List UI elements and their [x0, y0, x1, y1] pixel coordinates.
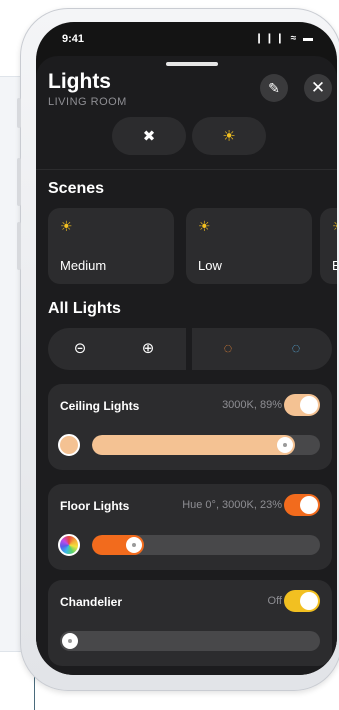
light-card-floor[interactable]: Floor Lights Hue 0°, 3000K, 23%	[48, 484, 332, 570]
light-name: Ceiling Lights	[60, 399, 140, 413]
light-value: Hue 0°, 3000K, 23%	[182, 499, 282, 511]
page-title: Lights	[48, 70, 111, 93]
scene-card-low[interactable]: ☀ Low	[186, 208, 312, 284]
scenes-heading: Scenes	[48, 180, 105, 197]
phone-volume-up	[17, 158, 21, 206]
bulb-off-icon: ✖	[142, 128, 156, 145]
app-stage: ··· 9:41 ❙❙❙ ≈ ▬ Lights LIVING ROOM ✎ ✕ …	[0, 0, 339, 710]
all-off-button[interactable]: ✖	[112, 117, 186, 155]
all-on-button[interactable]: ☀	[192, 117, 266, 155]
brightness-slider[interactable]	[60, 631, 320, 651]
slider-fill	[92, 435, 295, 455]
slider-thumb[interactable]	[277, 437, 293, 453]
edit-button[interactable]: ✎	[260, 74, 288, 102]
scene-label: Medium	[60, 258, 107, 273]
cool-light-icon[interactable]: ◌	[286, 339, 306, 359]
toggle-knob	[300, 496, 318, 514]
light-toggle[interactable]	[284, 494, 320, 516]
brightness-up-icon[interactable]: ⊕	[138, 339, 158, 359]
all-lights-controls: ⊝ ⊕ ◌ ◌	[48, 328, 332, 370]
close-icon: ✕	[310, 78, 326, 97]
status-icons: ❙❙❙ ≈ ▬	[254, 33, 315, 44]
room-label: LIVING ROOM	[48, 96, 127, 108]
scene-card-partial[interactable]: ☀ E	[320, 208, 337, 284]
status-bar: 9:41 ❙❙❙ ≈ ▬	[36, 30, 337, 50]
toggle-knob	[300, 592, 318, 610]
bulb-icon: ☀	[332, 218, 337, 235]
section-divider	[36, 169, 337, 170]
bulb-on-icon: ☀	[222, 128, 236, 145]
sheet-grabber[interactable]	[166, 62, 218, 66]
status-time: 9:41	[62, 33, 85, 45]
scene-card-medium[interactable]: ☀ Medium	[48, 208, 174, 284]
phone-volume-down	[17, 222, 21, 270]
pencil-icon: ✎	[268, 79, 280, 96]
slider-thumb[interactable]	[62, 633, 78, 649]
light-card-chandelier[interactable]: Chandelier Off	[48, 580, 332, 666]
phone-mute-switch	[17, 98, 21, 128]
light-name: Floor Lights	[60, 499, 130, 513]
light-value: 3000K, 89%	[222, 399, 282, 411]
lights-sheet: Lights LIVING ROOM ✎ ✕ ✖ ☀ Scenes ☀ Medi…	[36, 56, 337, 675]
toggle-knob	[300, 396, 318, 414]
light-card-ceiling[interactable]: Ceiling Lights 3000K, 89%	[48, 384, 332, 470]
scene-label: E	[332, 258, 337, 273]
all-lights-heading: All Lights	[48, 300, 121, 317]
color-swatch[interactable]	[58, 534, 80, 556]
controls-separator	[186, 328, 192, 370]
brightness-down-icon[interactable]: ⊝	[70, 339, 90, 359]
bulb-icon: ☀	[198, 218, 211, 234]
light-name: Chandelier	[60, 595, 123, 609]
phone-screen: 9:41 ❙❙❙ ≈ ▬ Lights LIVING ROOM ✎ ✕ ✖ ☀ …	[36, 22, 337, 675]
bulb-icon: ☀	[60, 218, 73, 234]
light-toggle[interactable]	[284, 394, 320, 416]
light-value: Off	[267, 595, 282, 607]
light-toggle[interactable]	[284, 590, 320, 612]
warm-light-icon[interactable]: ◌	[218, 339, 238, 359]
close-button[interactable]: ✕	[304, 74, 332, 102]
scene-label: Low	[198, 258, 222, 273]
slider-thumb[interactable]	[126, 537, 142, 553]
color-swatch[interactable]	[58, 434, 80, 456]
